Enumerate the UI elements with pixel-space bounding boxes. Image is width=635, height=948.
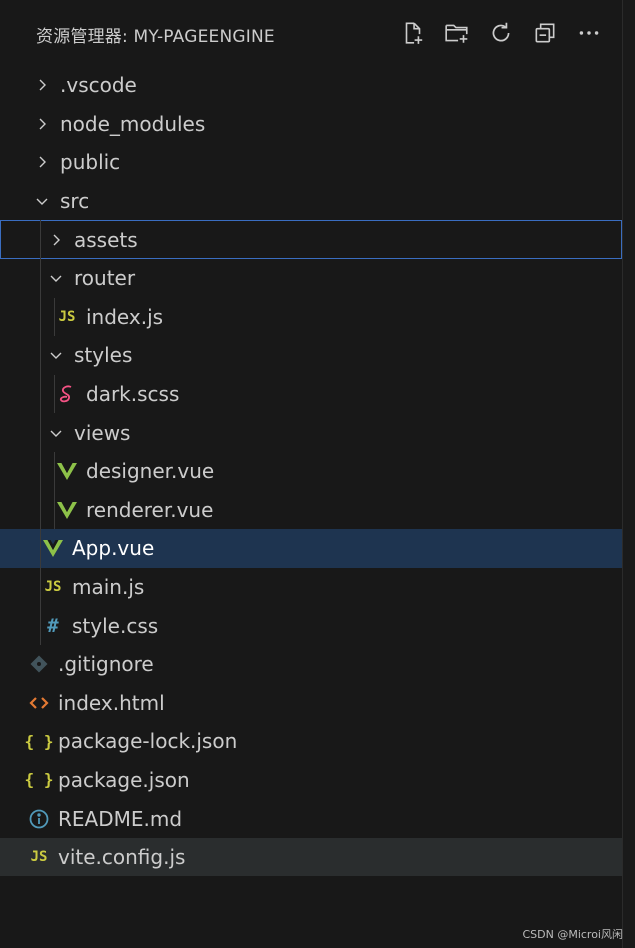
file-item-dark-scss[interactable]: dark.scss xyxy=(0,375,622,414)
more-button[interactable] xyxy=(574,18,604,48)
tree-item-label: .gitignore xyxy=(58,652,154,677)
new-file-button[interactable] xyxy=(398,18,428,48)
indent-guide xyxy=(54,374,55,414)
explorer-header: 资源管理器: MY-PAGEENGINE xyxy=(0,0,622,68)
tree-item-label: vite.config.js xyxy=(58,845,186,870)
chevron-down-icon xyxy=(48,347,64,363)
vue-file-icon xyxy=(56,499,78,521)
explorer-panel: 资源管理器: MY-PAGEENGINE .vscode node_module… xyxy=(0,0,623,948)
collapse-all-button[interactable] xyxy=(530,18,560,48)
json-file-icon: { } xyxy=(24,770,54,790)
tree-item-label: README.md xyxy=(58,806,183,831)
folder-item-views[interactable]: views xyxy=(0,413,622,452)
watermark: CSDN @Microi风闲 xyxy=(522,928,623,941)
refresh-button[interactable] xyxy=(486,18,516,48)
new-file-icon xyxy=(405,22,423,44)
file-item-style-css[interactable]: # style.css xyxy=(0,606,622,645)
tree-item-label: .vscode xyxy=(60,73,137,98)
file-item-gitignore[interactable]: .gitignore xyxy=(0,645,622,684)
file-item-package-lock-json[interactable]: { } package-lock.json xyxy=(0,722,622,761)
file-item-index-html[interactable]: index.html xyxy=(0,684,622,723)
chevron-right-icon xyxy=(48,232,64,248)
tree-item-label: package-lock.json xyxy=(58,729,238,754)
tree-item-label: assets xyxy=(74,227,138,252)
sass-file-icon xyxy=(56,383,78,405)
tree-item-label: style.css xyxy=(72,613,159,638)
collapse-all-icon xyxy=(535,23,555,43)
folder-item-router[interactable]: router xyxy=(0,259,622,298)
js-file-icon: JS xyxy=(30,849,48,866)
file-item-renderer-vue[interactable]: renderer.vue xyxy=(0,491,622,530)
tree-item-label: index.html xyxy=(58,690,165,715)
tree-item-label: App.vue xyxy=(72,536,155,561)
file-item-readme-md[interactable]: README.md xyxy=(0,799,622,838)
tree-item-label: index.js xyxy=(86,304,164,329)
chevron-down-icon xyxy=(34,193,50,209)
folder-item-styles[interactable]: styles xyxy=(0,336,622,375)
js-file-icon: JS xyxy=(58,308,76,325)
more-icon xyxy=(579,31,599,35)
tree-item-label: router xyxy=(74,266,136,291)
vue-file-icon xyxy=(56,460,78,482)
explorer-actions xyxy=(398,18,604,48)
js-file-icon: JS xyxy=(44,579,62,596)
chevron-right-icon xyxy=(34,154,50,170)
file-item-package-json[interactable]: { } package.json xyxy=(0,761,622,800)
folder-item-node-modules[interactable]: node_modules xyxy=(0,105,622,144)
file-tree: .vscode node_modulespublic src assets router… xyxy=(0,66,622,877)
file-item-designer-vue[interactable]: designer.vue xyxy=(0,452,622,491)
folder-item-public[interactable]: public xyxy=(0,143,622,182)
indent-guide xyxy=(54,297,55,337)
tree-item-label: public xyxy=(60,150,121,175)
chevron-right-icon xyxy=(34,77,50,93)
new-folder-button[interactable] xyxy=(442,18,472,48)
tree-item-label: styles xyxy=(74,343,133,368)
tree-item-label: dark.scss xyxy=(86,382,180,407)
chevron-down-icon xyxy=(48,425,64,441)
explorer-title: 资源管理器: MY-PAGEENGINE xyxy=(36,27,275,47)
css-file-icon: # xyxy=(47,614,59,637)
info-file-icon xyxy=(28,808,50,830)
tree-item-label: node_modules xyxy=(60,111,206,136)
refresh-icon xyxy=(492,22,510,42)
file-item-main-js[interactable]: JS main.js xyxy=(0,568,622,607)
tree-item-label: main.js xyxy=(72,575,145,600)
file-item-app-vue[interactable]: App.vue xyxy=(0,529,622,568)
file-item-index-js[interactable]: JS index.js xyxy=(0,298,622,337)
chevron-right-icon xyxy=(34,116,50,132)
json-file-icon: { } xyxy=(24,731,54,751)
file-item-vite-config-js[interactable]: JS vite.config.js xyxy=(0,837,622,877)
tree-item-label: designer.vue xyxy=(86,459,215,484)
indent-guide xyxy=(54,452,55,530)
tree-item-label: package.json xyxy=(58,767,190,792)
html-file-icon xyxy=(28,692,50,714)
tree-item-label: renderer.vue xyxy=(86,497,214,522)
indent-guide xyxy=(40,220,41,645)
git-file-icon xyxy=(28,653,50,675)
tree-item-label: views xyxy=(74,420,131,445)
vue-file-icon xyxy=(42,537,64,559)
folder-item-vscode[interactable]: .vscode xyxy=(0,66,622,105)
folder-item-assets[interactable]: assets xyxy=(0,220,622,259)
chevron-down-icon xyxy=(48,270,64,286)
folder-item-src[interactable]: src xyxy=(0,182,622,221)
new-folder-icon xyxy=(445,24,468,43)
tree-item-label: src xyxy=(60,189,90,214)
